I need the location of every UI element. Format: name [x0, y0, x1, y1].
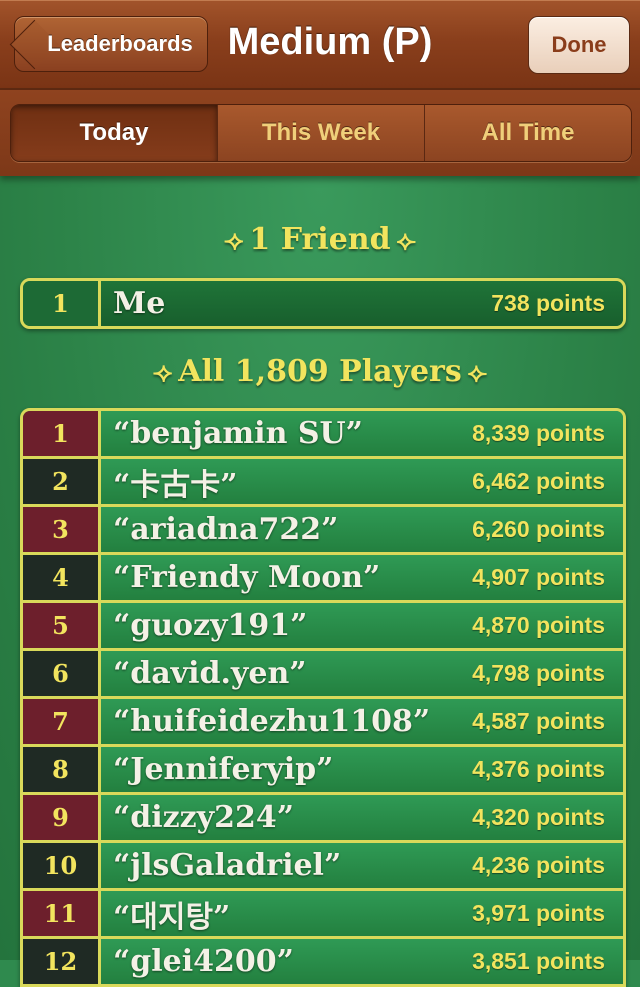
player-name: “dizzy224” [113, 800, 295, 835]
tab-all-time[interactable]: All Time [424, 105, 631, 161]
player-points: 738 points [491, 290, 605, 316]
player-cell: “david.yen” 4,798 points [101, 651, 623, 696]
player-name: “卡古卡” [113, 467, 238, 503]
rank-cell: 6 [23, 651, 101, 696]
player-name: Me [113, 286, 166, 321]
player-points: 4,320 points [472, 804, 605, 830]
rank-cell: 8 [23, 747, 101, 792]
table-row[interactable]: 3 “ariadna722” 6,260 points [23, 504, 623, 552]
player-name: “guozy191” [113, 608, 308, 643]
players-leaderboard: 1 “benjamin SU” 8,339 points 2 “卡古卡” 6,4… [20, 408, 626, 987]
player-name: “glei4200” [113, 944, 294, 979]
player-cell: “guozy191” 4,870 points [101, 603, 623, 648]
table-row[interactable]: 1 “benjamin SU” 8,339 points [23, 411, 623, 456]
double-chevron-right-icon: ⟢ [224, 225, 244, 256]
player-name: “Friendy Moon” [113, 560, 381, 595]
player-points: 4,376 points [472, 756, 605, 782]
player-cell: “huifeidezhu1108” 4,587 points [101, 699, 623, 744]
table-row[interactable]: 2 “卡古卡” 6,462 points [23, 456, 623, 504]
rank-cell: 5 [23, 603, 101, 648]
player-name: “huifeidezhu1108” [113, 704, 431, 739]
players-section-heading: ⟢ All 1,809 Players ⟣ [0, 354, 640, 389]
table-row[interactable]: 12 “glei4200” 3,851 points [23, 936, 623, 984]
players-heading-text: All 1,809 Players [178, 354, 462, 389]
player-name: “Jenniferyip” [113, 752, 334, 787]
player-points: 4,587 points [472, 708, 605, 734]
friends-section-heading: ⟢ 1 Friend ⟣ [0, 222, 640, 257]
table-row[interactable]: 7 “huifeidezhu1108” 4,587 points [23, 696, 623, 744]
player-cell: “ariadna722” 6,260 points [101, 507, 623, 552]
player-cell: “卡古卡” 6,462 points [101, 459, 623, 504]
player-name: “대지탕” [113, 899, 231, 935]
player-cell: “대지탕” 3,971 points [101, 891, 623, 936]
double-chevron-left-icon: ⟣ [396, 225, 416, 256]
navigation-bar: Leaderboards Medium (P) Done [0, 0, 640, 90]
tab-this-week[interactable]: This Week [217, 105, 424, 161]
rank-cell: 7 [23, 699, 101, 744]
player-cell: “benjamin SU” 8,339 points [101, 411, 623, 456]
friends-leaderboard: 1 Me 738 points [20, 278, 626, 329]
rank-cell: 1 [23, 411, 101, 456]
table-row[interactable]: 8 “Jenniferyip” 4,376 points [23, 744, 623, 792]
player-cell: “Friendy Moon” 4,907 points [101, 555, 623, 600]
back-button-label: Leaderboards [47, 31, 193, 56]
rank-cell: 1 [23, 281, 101, 326]
player-cell: “glei4200” 3,851 points [101, 939, 623, 984]
rank-cell: 4 [23, 555, 101, 600]
done-button[interactable]: Done [528, 16, 630, 74]
rank-cell: 9 [23, 795, 101, 840]
table-row[interactable]: 11 “대지탕” 3,971 points [23, 888, 623, 936]
tab-today[interactable]: Today [11, 105, 217, 161]
player-cell: Me 738 points [101, 281, 623, 326]
time-range-segmented-control: Today This Week All Time [10, 104, 632, 162]
rank-cell: 3 [23, 507, 101, 552]
player-points: 4,236 points [472, 852, 605, 878]
player-cell: “dizzy224” 4,320 points [101, 795, 623, 840]
table-row[interactable]: 1 Me 738 points [23, 281, 623, 326]
player-points: 3,971 points [472, 900, 605, 926]
double-chevron-right-icon: ⟢ [152, 357, 173, 388]
player-name: “david.yen” [113, 656, 307, 691]
page-title: Medium (P) [227, 21, 433, 63]
table-row[interactable]: 4 “Friendy Moon” 4,907 points [23, 552, 623, 600]
table-row[interactable]: 10 “jlsGaladriel” 4,236 points [23, 840, 623, 888]
player-points: 4,907 points [472, 564, 605, 590]
player-points: 8,339 points [472, 420, 605, 446]
rank-cell: 2 [23, 459, 101, 504]
player-points: 6,462 points [472, 468, 605, 494]
player-points: 3,851 points [472, 948, 605, 974]
rank-cell: 12 [23, 939, 101, 984]
table-row[interactable]: 5 “guozy191” 4,870 points [23, 600, 623, 648]
player-points: 6,260 points [472, 516, 605, 542]
rank-cell: 10 [23, 843, 101, 888]
double-chevron-left-icon: ⟣ [467, 357, 488, 388]
rank-cell: 11 [23, 891, 101, 936]
leaderboards-back-button[interactable]: Leaderboards [9, 16, 208, 72]
player-name: “jlsGaladriel” [113, 848, 342, 883]
player-cell: “jlsGaladriel” 4,236 points [101, 843, 623, 888]
player-cell: “Jenniferyip” 4,376 points [101, 747, 623, 792]
friends-heading-text: 1 Friend [249, 222, 391, 257]
table-row[interactable]: 9 “dizzy224” 4,320 points [23, 792, 623, 840]
player-name: “benjamin SU” [113, 416, 363, 451]
table-row[interactable]: 6 “david.yen” 4,798 points [23, 648, 623, 696]
player-points: 4,870 points [472, 612, 605, 638]
player-name: “ariadna722” [113, 512, 339, 547]
player-points: 4,798 points [472, 660, 605, 686]
